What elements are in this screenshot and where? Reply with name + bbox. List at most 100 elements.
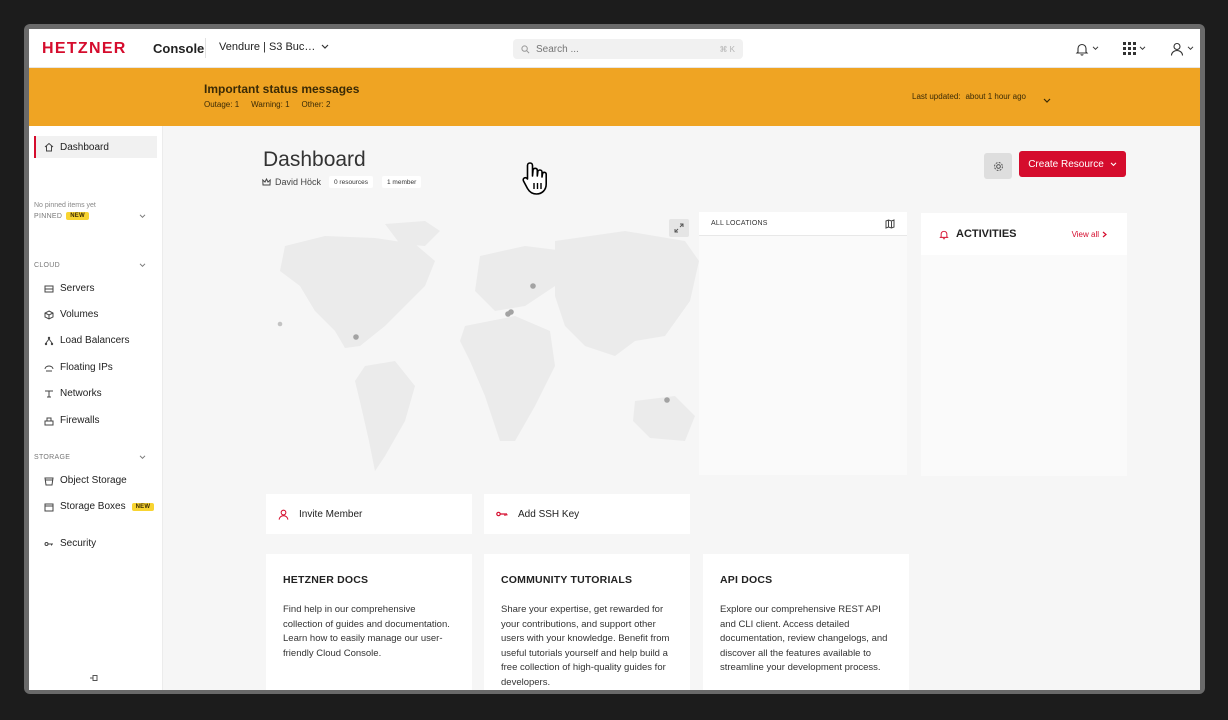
sidebar-item-volumes[interactable]: Volumes: [44, 309, 98, 320]
storage-section-header[interactable]: STORAGE: [34, 454, 146, 461]
sidebar-item-label: Floating IPs: [60, 362, 113, 373]
activities-header: ACTIVITIES View all: [921, 213, 1127, 255]
sidebar-pin-toggle[interactable]: [89, 669, 99, 687]
key-icon: [44, 541, 53, 546]
crown-icon: [262, 178, 271, 186]
sidebar-item-firewalls[interactable]: Firewalls: [44, 415, 99, 426]
doc-card-body: Find help in our comprehensive collectio…: [283, 604, 450, 659]
locations-panel: ALL LOCATIONS: [699, 212, 907, 475]
sidebar-item-storage-boxes[interactable]: Storage Boxes NEW: [44, 501, 155, 512]
firewall-icon: [44, 417, 54, 425]
search-input[interactable]: [536, 43, 686, 55]
search-bar[interactable]: ⌘ K: [513, 39, 743, 59]
status-counts: Outage: 1 Warning: 1 Other: 2: [204, 100, 330, 109]
doc-card-title: COMMUNITY TUTORIALS: [501, 574, 633, 586]
cloud-section-header[interactable]: CLOUD: [34, 262, 146, 269]
key-icon: [496, 511, 508, 517]
sidebar-item-floating-ips[interactable]: Floating IPs: [44, 362, 113, 373]
chevron-down-icon: [1139, 46, 1146, 51]
chevron-down-icon: [1187, 46, 1194, 51]
project-name: Vendure | S3 Buc…: [219, 41, 316, 53]
location-marker: [530, 283, 536, 289]
north-america-shape: [280, 236, 435, 348]
apps-grid-icon: [1123, 42, 1136, 55]
network-icon: [45, 390, 53, 397]
banner-expand-toggle[interactable]: [1043, 91, 1051, 109]
map-icon[interactable]: [885, 218, 895, 229]
section-label: PINNED: [34, 212, 63, 220]
sidebar-item-label: Firewalls: [60, 415, 100, 426]
australia-shape: [633, 396, 695, 441]
map-expand-button[interactable]: [669, 219, 689, 237]
invite-member-label: Invite Member: [299, 508, 363, 520]
pinned-section-header[interactable]: PINNED NEW: [34, 212, 146, 220]
locations-header: ALL LOCATIONS: [699, 212, 907, 236]
sidebar-item-label: Load Balancers: [60, 335, 130, 346]
notifications-button[interactable]: [1075, 42, 1099, 56]
warning-count: Warning: 1: [251, 100, 290, 109]
project-selector[interactable]: Vendure | S3 Buc…: [219, 41, 329, 53]
sidebar-item-load-balancers[interactable]: Load Balancers: [44, 335, 130, 346]
chevron-down-icon: [1092, 46, 1099, 51]
search-shortcut: ⌘ K: [719, 44, 735, 54]
last-updated: Last updated: about 1 hour ago: [912, 92, 1026, 101]
europe-shape: [475, 246, 565, 311]
bell-icon: [1075, 43, 1089, 56]
sidebar-item-object-storage[interactable]: Object Storage: [44, 475, 127, 486]
sidebar-item-networks[interactable]: Networks: [44, 388, 102, 399]
user-icon: [278, 509, 289, 520]
asia-shape: [555, 231, 699, 356]
new-badge: NEW: [131, 502, 155, 511]
chevron-down-icon: [321, 44, 329, 49]
page-title: Dashboard: [263, 148, 366, 171]
user-icon: [1170, 42, 1184, 56]
invite-member-button[interactable]: Invite Member: [266, 494, 472, 534]
create-resource-label: Create Resource: [1028, 158, 1104, 170]
hetzner-logo[interactable]: HETZNER: [42, 40, 127, 58]
chevron-down-icon: [139, 455, 146, 460]
activities-heading: ACTIVITIES: [956, 228, 1017, 240]
community-tutorials-card[interactable]: COMMUNITY TUTORIALS Share your expertise…: [484, 554, 690, 690]
sidebar-item-label: Servers: [60, 283, 95, 294]
members-count: 1 member: [382, 176, 422, 188]
expand-icon: [674, 223, 684, 233]
sidebar-item-label: Dashboard: [60, 141, 109, 153]
user-menu-button[interactable]: [1170, 42, 1194, 56]
hetzner-docs-card[interactable]: HETZNER DOCS Find help in our comprehens…: [266, 554, 472, 690]
sidebar-item-servers[interactable]: Servers: [44, 283, 94, 294]
outage-count: Outage: 1: [204, 100, 240, 109]
storage-box-icon: [44, 503, 54, 511]
view-all-link[interactable]: View all: [1072, 230, 1107, 239]
hetzner-console-app: HETZNER Console Vendure | S3 Buc… ⌘ K: [29, 29, 1200, 690]
location-marker: [664, 397, 670, 403]
console-label: Console: [153, 41, 205, 56]
api-docs-card[interactable]: API DOCS Explore our comprehensive REST …: [703, 554, 909, 690]
sidebar-item-label: Security: [60, 538, 97, 549]
volume-icon: [44, 309, 54, 320]
sidebar-item-dashboard[interactable]: Dashboard: [34, 136, 157, 158]
last-updated-label: Last updated:: [912, 92, 961, 101]
add-ssh-key-button[interactable]: Add SSH Key: [484, 494, 690, 534]
bell-icon: [939, 230, 949, 239]
sidebar-item-label: Volumes: [60, 309, 99, 320]
chevron-down-icon: [1043, 98, 1051, 103]
chevron-down-icon: [139, 263, 146, 268]
divider: [205, 38, 206, 58]
owner-name: David Höck: [275, 177, 322, 187]
project-settings-button[interactable]: [984, 153, 1012, 179]
sidebar-item-label: Networks: [60, 388, 102, 399]
load-balancer-icon: [44, 336, 54, 345]
object-storage-icon: [44, 477, 54, 485]
hand-cursor-icon: [522, 162, 547, 195]
last-updated-value: about 1 hour ago: [965, 92, 1026, 101]
sidebar-item-security[interactable]: Security: [44, 538, 96, 549]
activities-panel: ACTIVITIES View all: [921, 213, 1127, 476]
search-icon: [521, 44, 530, 53]
view-all-label: View all: [1071, 229, 1099, 239]
top-bar: HETZNER Console Vendure | S3 Buc… ⌘ K: [29, 29, 1200, 68]
screen-frame: HETZNER Console Vendure | S3 Buc… ⌘ K: [24, 24, 1205, 694]
create-resource-button[interactable]: Create Resource: [1019, 151, 1126, 177]
apps-menu-button[interactable]: [1123, 42, 1146, 55]
africa-shape: [460, 316, 555, 441]
location-marker: [353, 334, 359, 340]
